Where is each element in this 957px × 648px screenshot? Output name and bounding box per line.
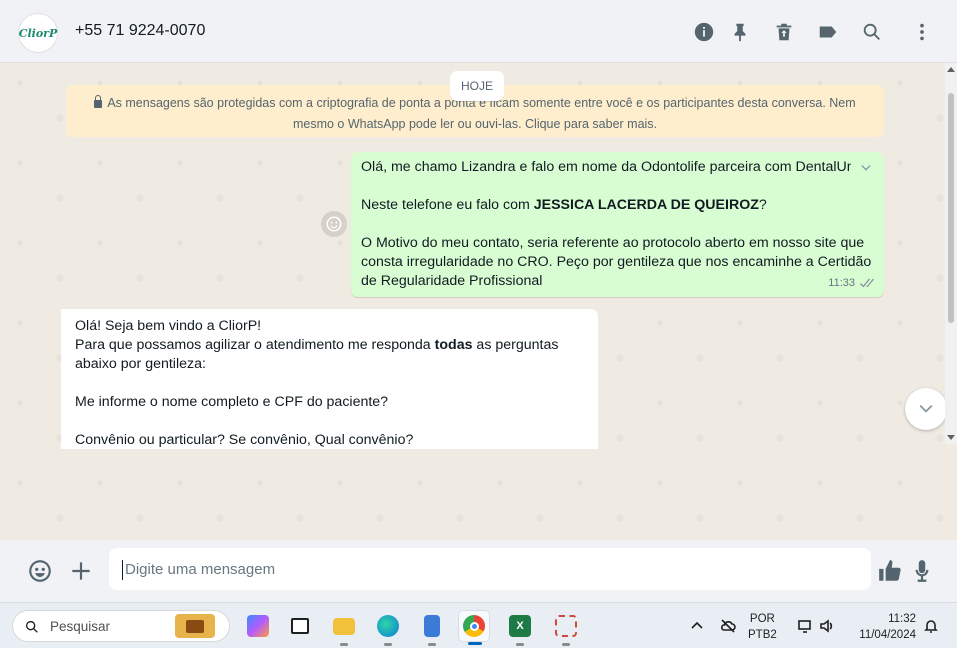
emoji-icon — [326, 216, 342, 232]
encryption-text: As mensagens são protegidas com a cripto… — [107, 96, 856, 131]
chat-area: HOJE As mensagens são protegidas com a c… — [0, 63, 957, 540]
excel-icon[interactable]: X — [504, 610, 536, 646]
scroll-down-arrow[interactable] — [947, 435, 955, 440]
edge-browser-icon[interactable] — [372, 610, 404, 646]
date-chip: HOJE — [450, 71, 504, 101]
message-text: Olá! Seja bem vindo a CliorP! — [75, 318, 262, 334]
double-check-icon — [860, 278, 874, 288]
cloud-offline-icon[interactable] — [719, 617, 737, 635]
windows-taskbar: Pesquisar X POR PTB2 11:32 11/04/2024 — [0, 602, 957, 648]
lock-icon — [94, 95, 103, 108]
scroll-to-bottom-button[interactable] — [905, 388, 947, 430]
message-text: Convênio ou particular? Se convênio, Qua… — [75, 432, 414, 448]
volume-icon[interactable] — [818, 617, 836, 635]
like-button[interactable] — [876, 557, 904, 585]
search-icon — [24, 619, 40, 635]
message-text: O Motivo do meu contato, seria referente… — [361, 235, 872, 289]
emoji-icon — [29, 560, 51, 582]
info-icon[interactable] — [692, 20, 716, 44]
chat-header: CliorP +55 71 9224-0070 — [0, 0, 957, 63]
voice-message-button[interactable] — [908, 557, 936, 585]
menu-icon[interactable] — [910, 20, 934, 44]
network-icon[interactable] — [796, 617, 814, 635]
chrome-browser-icon[interactable] — [458, 610, 490, 645]
plus-icon — [72, 562, 90, 580]
scrollbar-thumb[interactable] — [948, 93, 954, 323]
message-input[interactable] — [109, 548, 871, 590]
chat-scrollbar[interactable] — [945, 63, 957, 444]
contact-name[interactable]: +55 71 9224-0070 — [75, 22, 205, 40]
outgoing-message[interactable]: Olá, me chamo Lizandra e falo em nome da… — [351, 152, 884, 297]
label-icon[interactable] — [816, 20, 840, 44]
attach-button[interactable] — [67, 557, 95, 585]
snipping-tool-icon[interactable] — [550, 610, 582, 646]
task-view-icon[interactable] — [284, 610, 316, 642]
microphone-icon — [915, 560, 929, 582]
thumbs-up-icon — [879, 560, 901, 581]
message-text: Para que possamos agilizar o atendimento… — [75, 337, 559, 372]
search-icon[interactable] — [860, 20, 884, 44]
chevron-up-icon[interactable] — [688, 617, 706, 635]
file-explorer-icon[interactable] — [328, 610, 360, 646]
briefcase-icon — [175, 614, 215, 638]
taskbar-search[interactable]: Pesquisar — [12, 610, 230, 642]
search-label: Pesquisar — [50, 619, 111, 634]
contact-avatar[interactable]: CliorP — [18, 13, 58, 53]
notepad-icon[interactable] — [416, 610, 448, 646]
reaction-button[interactable] — [321, 211, 347, 237]
notification-bell-icon[interactable] — [922, 617, 940, 635]
pin-icon[interactable] — [728, 20, 752, 44]
delete-icon[interactable] — [772, 20, 796, 44]
message-meta: 11:33 — [828, 274, 874, 293]
message-text: Me informe o nome completo e CPF do paci… — [75, 394, 389, 410]
message-composer — [0, 540, 957, 602]
input-language[interactable]: POR PTB2 — [748, 611, 777, 643]
message-time: 11:33 — [828, 277, 855, 289]
chevron-down-icon[interactable] — [858, 160, 874, 176]
chevron-down-icon — [919, 404, 933, 413]
system-clock[interactable]: 11:32 11/04/2024 — [848, 611, 916, 643]
message-text: Neste telefone eu falo com JESSICA LACER… — [361, 197, 767, 213]
scroll-up-arrow[interactable] — [947, 67, 955, 72]
incoming-message[interactable]: Olá! Seja bem vindo a CliorP! Para que p… — [61, 309, 598, 449]
message-text: Olá, me chamo Lizandra e falo em nome da… — [361, 159, 851, 175]
text-caret — [122, 560, 123, 580]
emoji-button[interactable] — [26, 557, 54, 585]
copilot-app-icon[interactable] — [242, 610, 274, 642]
